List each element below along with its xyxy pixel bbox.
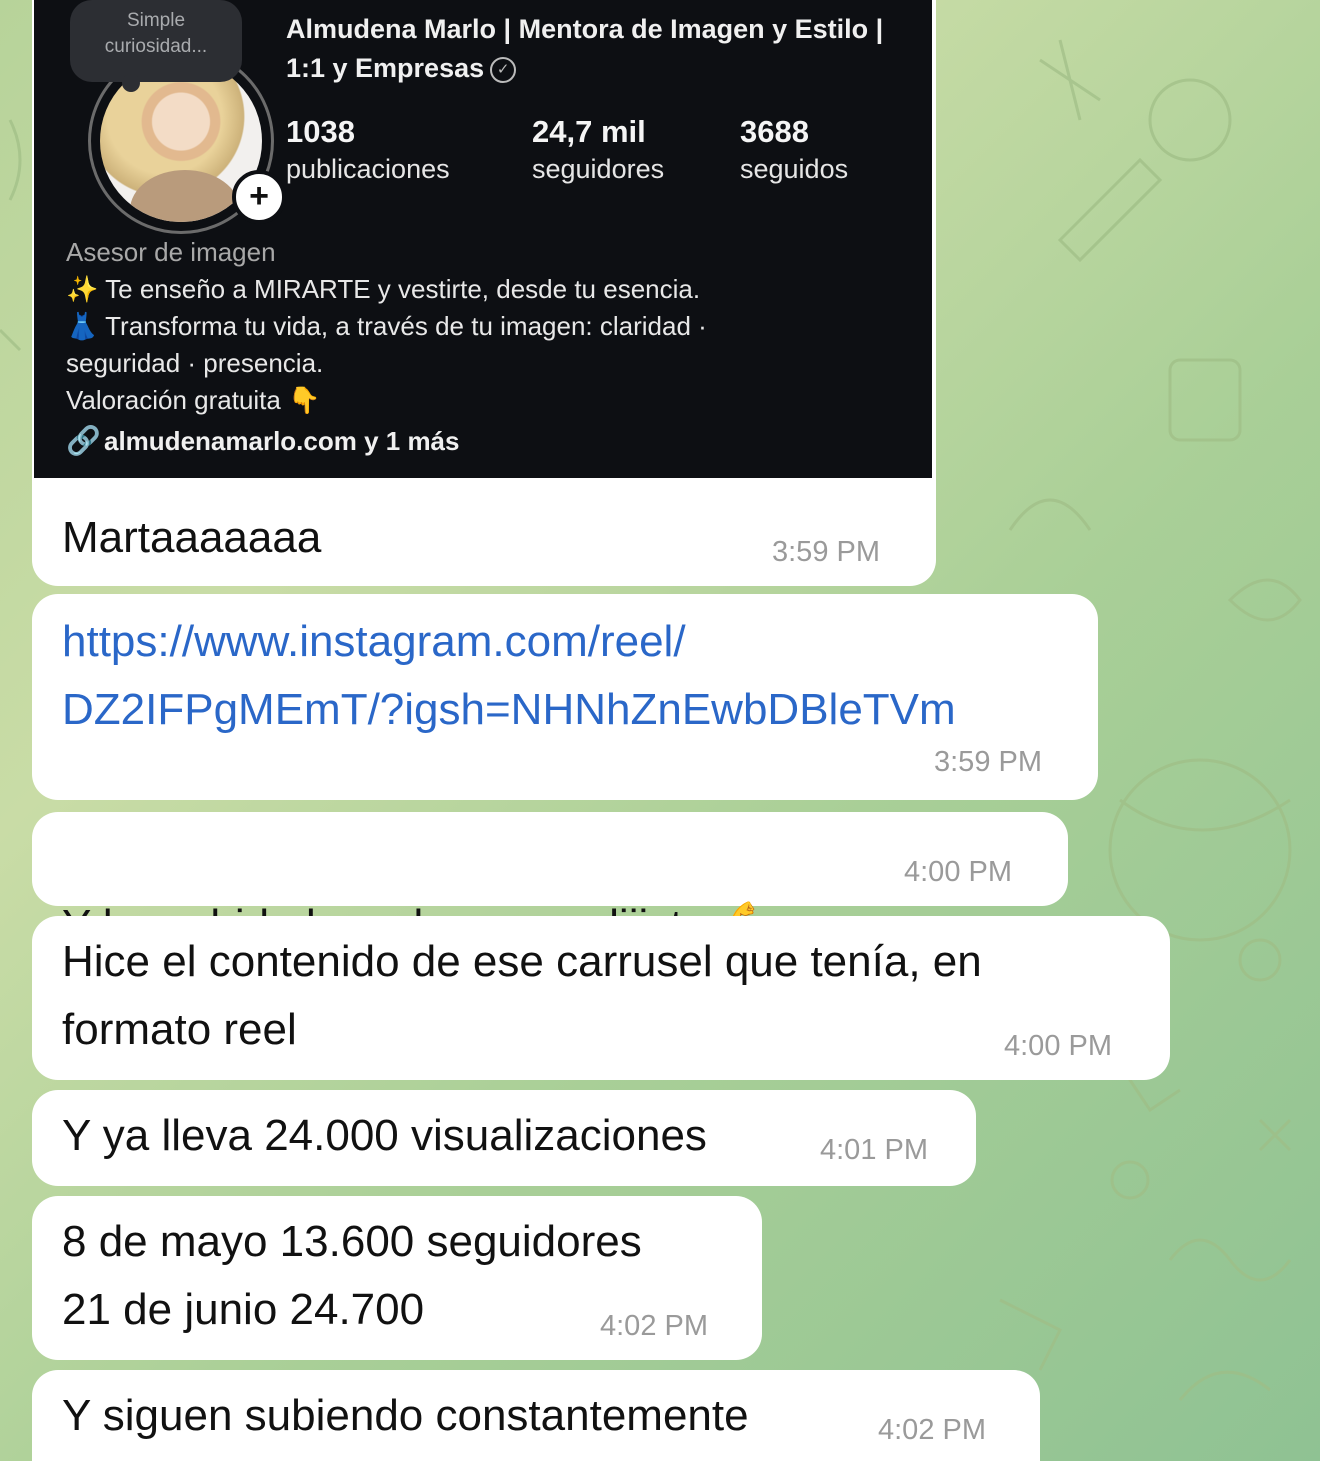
add-story-icon[interactable]: +	[232, 170, 286, 224]
reel-link[interactable]: https://www.instagram.com/reel/ DZ2IFPgM…	[62, 608, 956, 744]
message-time: 4:02 PM	[600, 1310, 708, 1342]
message-time: 4:00 PM	[1004, 1030, 1112, 1062]
profile-website-link[interactable]: 🔗 almudenamarlo.com y 1 más	[66, 424, 459, 457]
link-icon: 🔗	[66, 425, 101, 456]
message-bubble[interactable]: Hice el contenido de ese carrusel que te…	[32, 916, 1170, 1080]
verified-check-icon: ✓	[490, 56, 517, 83]
message-time: 4:00 PM	[904, 856, 1012, 888]
message-time: 4:02 PM	[878, 1414, 986, 1446]
message-text: 8 de mayo 13.600 seguidores 21 de junio …	[62, 1217, 642, 1334]
message-time: 3:59 PM	[934, 746, 1042, 778]
message-text: Hice el contenido de ese carrusel que te…	[62, 937, 982, 1054]
instagram-profile-card[interactable]: + Simple curiosidad... Almudena Marlo | …	[34, 0, 932, 478]
profile-note: Simple curiosidad...	[70, 0, 242, 92]
message-text: Y siguen subiendo constantemente	[62, 1391, 749, 1440]
message-bubble[interactable]: Y he subido hoy el que me dijiste 💪 4:00…	[32, 812, 1068, 950]
profile-category: Asesor de imagen	[66, 237, 276, 267]
message-bubble-link[interactable]: https://www.instagram.com/reel/ DZ2IFPgM…	[32, 594, 1098, 800]
pointing-down-icon: 👇	[288, 385, 321, 415]
message-time: 3:59 PM	[772, 536, 880, 568]
stat-following[interactable]: 3688 seguidos	[740, 112, 848, 186]
message-text: Y ya lleva 24.000 visualizaciones	[62, 1111, 707, 1160]
profile-name: Almudena Marlo | Mentora de Imagen y Est…	[286, 14, 884, 83]
message-bubble[interactable]: Y siguen subiendo constantemente 4:02 PM	[32, 1370, 1040, 1461]
message-time: 4:01 PM	[820, 1134, 928, 1166]
profile-bio: Asesor de imagen ✨ Te enseño a MIRARTE y…	[66, 234, 906, 419]
stat-posts[interactable]: 1038 publicaciones	[286, 112, 450, 186]
dress-icon: 👗	[66, 311, 99, 341]
sparkles-icon: ✨	[66, 274, 99, 304]
message-bubble[interactable]: Y ya lleva 24.000 visualizaciones 4:01 P…	[32, 1090, 976, 1186]
stat-followers[interactable]: 24,7 mil seguidores	[532, 112, 664, 186]
message-bubble[interactable]: 8 de mayo 13.600 seguidores 21 de junio …	[32, 1196, 762, 1360]
message-text: Martaaaaaaa	[62, 513, 322, 562]
